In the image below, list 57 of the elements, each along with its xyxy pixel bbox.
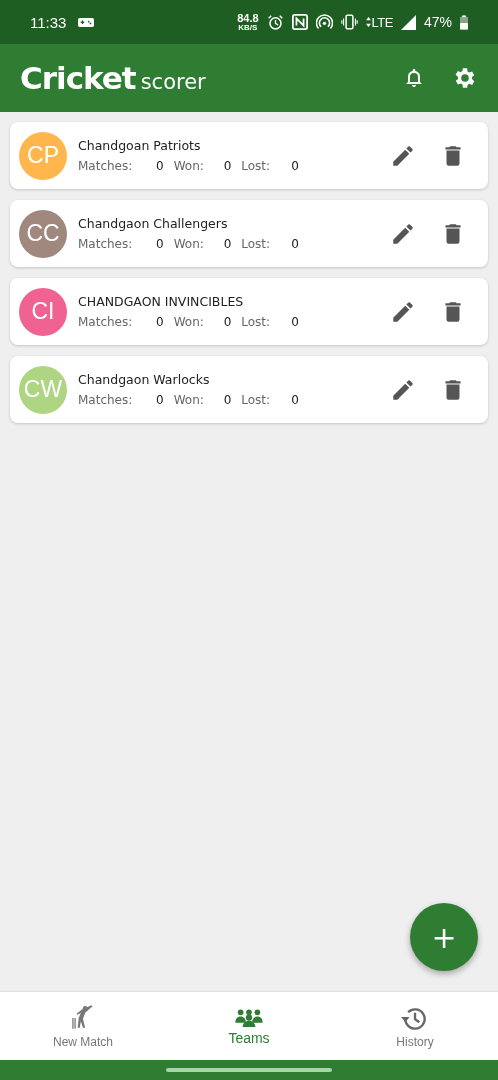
clock-time: 11:33 — [30, 13, 67, 31]
stat-label: Won: — [173, 237, 205, 251]
team-avatar: CC — [19, 209, 67, 258]
stat-value: 0 — [156, 315, 164, 329]
speed-unit: KB/S — [238, 23, 258, 32]
stat-label: Matches: — [78, 159, 134, 173]
stat-label: Lost: — [241, 159, 272, 173]
team-card[interactable]: CC Chandgaon Challengers Matches: 0 Won: 0 Lost: 0 — [10, 200, 488, 267]
nav-tab[interactable]: Teams — [166, 992, 332, 1060]
stat-label: Lost: — [241, 315, 272, 329]
network-speed: 84.8 — [237, 12, 259, 24]
nav-tab[interactable]: New Match — [0, 992, 166, 1060]
app-subtitle: scorer — [140, 70, 206, 94]
alarm-icon — [266, 13, 284, 31]
stat-label: Matches: — [78, 237, 134, 251]
signal-icon — [400, 14, 416, 30]
stat-value: 0 — [156, 393, 164, 407]
team-name: CHANDGAON INVINCIBLES — [78, 294, 245, 309]
stat-value: 0 — [156, 237, 164, 251]
stat-label: Matches: — [78, 315, 134, 329]
team-name: Chandgaon Challengers — [78, 216, 229, 231]
team-card[interactable]: CP Chandgoan Patriots Matches: 0 Won: 0 Lost: 0 — [10, 122, 488, 189]
stat-label: Matches: — [78, 393, 134, 407]
stat-label: Lost: — [241, 393, 272, 407]
stat-label: Won: — [173, 159, 205, 173]
stat-value: 0 — [291, 393, 299, 407]
stat-value: 0 — [291, 159, 299, 173]
team-avatar: CW — [19, 365, 67, 414]
stat-value: 0 — [291, 315, 299, 329]
hotspot-icon — [315, 13, 333, 31]
vibrate-icon — [340, 14, 358, 30]
stat-value: 0 — [223, 315, 232, 329]
battery-icon — [460, 14, 468, 30]
team-avatar: CP — [19, 131, 67, 180]
data-arrows-icon — [365, 17, 371, 27]
stat-label: Won: — [173, 315, 205, 329]
nfc-icon — [291, 14, 308, 30]
team-card[interactable]: CI CHANDGAON INVINCIBLES Matches: 0 Won: 0 Lost: 0 — [10, 278, 488, 345]
app-title: Cricket — [20, 60, 136, 96]
stat-label: Lost: — [241, 237, 272, 251]
network-type: LTE — [371, 14, 393, 30]
battery-percent: 47% — [423, 14, 452, 30]
stat-value: 0 — [223, 393, 232, 407]
stat-label: Won: — [173, 393, 205, 407]
stat-value: 0 — [223, 159, 232, 173]
team-name: Chandgaon Warlocks — [78, 372, 211, 387]
gesture-handle[interactable] — [166, 1068, 332, 1072]
gamepad-icon — [78, 16, 95, 28]
nav-tab[interactable]: History — [332, 992, 498, 1060]
stat-value: 0 — [156, 159, 164, 173]
add-team-button[interactable]: + — [410, 903, 478, 971]
team-avatar: CI — [19, 287, 67, 336]
stat-value: 0 — [291, 237, 299, 251]
people-group-icon — [234, 1006, 264, 1027]
stat-value: 0 — [223, 237, 232, 251]
team-card[interactable]: CW Chandgaon Warlocks Matches: 0 Won: 0 Lost: 0 — [10, 356, 488, 423]
team-name: Chandgoan Patriots — [78, 138, 202, 153]
